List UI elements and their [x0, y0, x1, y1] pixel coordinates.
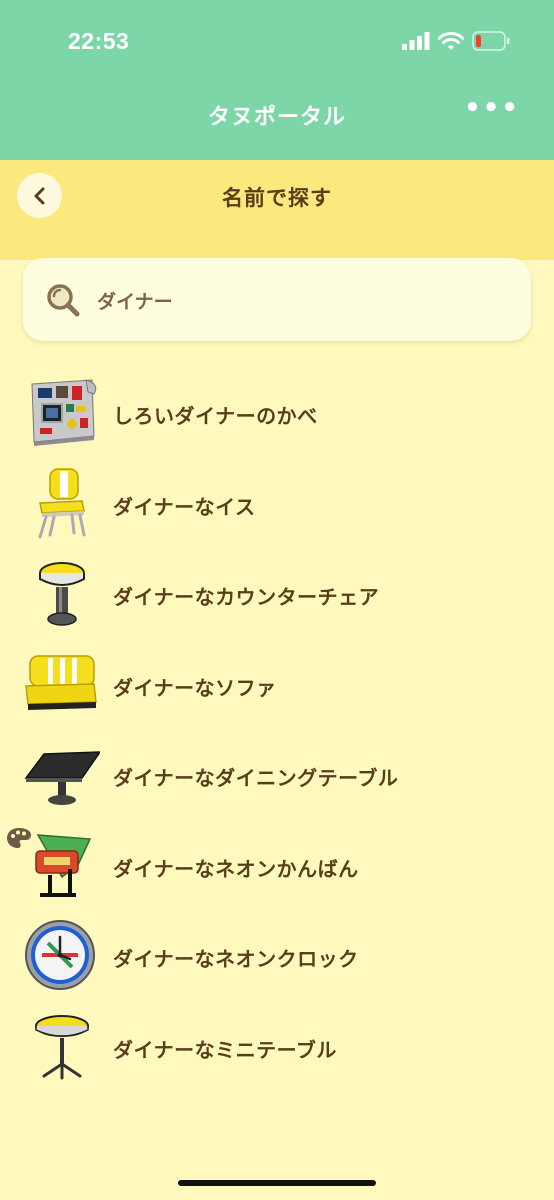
item-label: しろいダイナーのかべ — [113, 404, 318, 428]
list-item[interactable]: ダイナーなダイニングテーブル — [0, 730, 554, 821]
home-indicator[interactable] — [178, 1180, 376, 1186]
item-label: ダイナーなダイニングテーブル — [113, 766, 399, 790]
item-label: ダイナーなイス — [113, 494, 256, 519]
diner-counter-chair-icon — [39, 562, 85, 626]
status-icons — [402, 30, 510, 52]
search-icon — [47, 284, 80, 317]
item-label: ダイナーなソファ — [113, 675, 277, 700]
diner-dining-table-icon — [24, 751, 100, 805]
diner-neon-clock-icon — [25, 920, 95, 990]
list-item[interactable]: ダイナーなミニテーブル — [0, 1002, 554, 1093]
list-item[interactable]: ダイナーなネオンクロック — [0, 911, 554, 1002]
list-item[interactable]: しろいダイナーのかべ — [0, 368, 554, 459]
app-header: 22:53 タヌポータル ••• — [0, 0, 554, 160]
diner-mini-table-icon — [35, 1014, 89, 1079]
list-item[interactable]: ダイナーなソファ — [0, 640, 554, 731]
item-label: ダイナーなネオンかんばん — [113, 856, 359, 881]
item-label: ダイナーなミニテーブル — [113, 1037, 337, 1062]
signal-icon — [402, 32, 430, 50]
diner-sofa-icon — [25, 654, 97, 710]
battery-icon — [472, 31, 510, 51]
list-item[interactable]: ダイナーなネオンかんばん — [0, 821, 554, 912]
white-diner-wall-icon — [31, 379, 97, 446]
item-label: ダイナーなネオンクロック — [113, 947, 359, 971]
search-box[interactable] — [23, 258, 531, 341]
wifi-icon — [438, 31, 464, 50]
more-options-button[interactable]: ••• — [464, 95, 520, 121]
diner-neon-sign-icon — [35, 833, 92, 897]
list-item[interactable]: ダイナーなカウンターチェア — [0, 549, 554, 640]
results-list: しろいダイナーのかべ ダイナーなイス ダイナーなカウンターチェア ダイナーなソフ… — [0, 368, 554, 1092]
item-label: ダイナーなカウンターチェア — [113, 585, 380, 609]
list-item[interactable]: ダイナーなイス — [0, 459, 554, 550]
status-time: 22:53 — [68, 28, 130, 54]
diner-chair-icon — [38, 467, 86, 538]
page-title: 名前で探す — [222, 186, 332, 210]
search-input[interactable] — [95, 282, 499, 318]
